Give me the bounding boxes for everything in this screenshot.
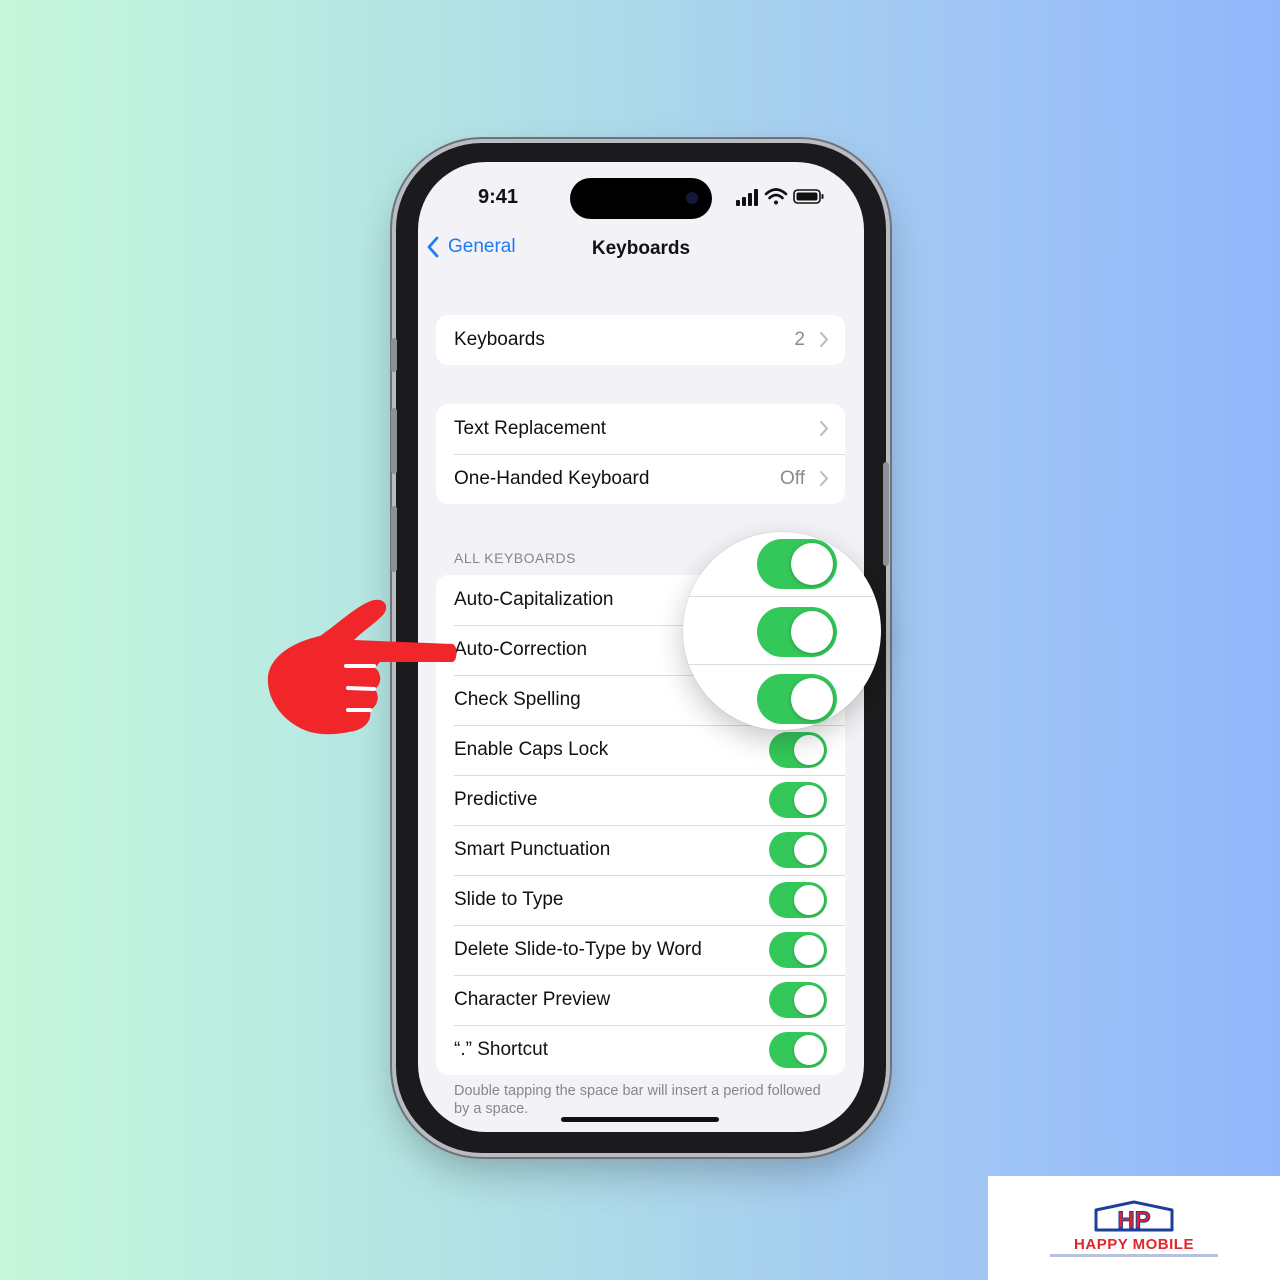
chevron-right-icon: [820, 471, 828, 486]
page-title: Keyboards: [591, 238, 691, 259]
text-replacement-row[interactable]: Text Replacement: [436, 404, 845, 454]
volume-down-button: [391, 506, 397, 572]
all-keyboards-header: ALL KEYBOARDS: [454, 550, 576, 566]
enable-caps-lock-toggle[interactable]: [769, 732, 827, 768]
dynamic-island: [570, 178, 712, 219]
action-button: [391, 338, 397, 372]
setting-label: Character Preview: [454, 989, 611, 1010]
brand-name: HAPPY MOBILE: [1074, 1236, 1194, 1253]
pointing-hand-icon: [267, 599, 457, 735]
setting-row-smart-punctuation: Smart Punctuation: [436, 825, 845, 875]
toggle-knob: [794, 985, 824, 1015]
status-icons: [736, 188, 824, 206]
toggle-knob: [794, 785, 824, 815]
keyboards-label: Keyboards: [454, 329, 545, 350]
wifi-icon: [764, 188, 788, 205]
magnifier-callout: [683, 532, 881, 730]
setting-label: Predictive: [454, 789, 538, 810]
home-indicator: [561, 1117, 719, 1122]
cellular-signal-icon: [736, 189, 758, 206]
setting-label: Check Spelling: [454, 689, 581, 710]
chevron-right-icon: [820, 332, 828, 347]
toggle-knob: [794, 935, 824, 965]
happy-mobile-logo-icon: HP: [1094, 1200, 1174, 1234]
slide-to-type-toggle[interactable]: [769, 882, 827, 918]
predictive-toggle[interactable]: [769, 782, 827, 818]
setting-label: Delete Slide-to-Type by Word: [454, 939, 702, 960]
volume-up-button: [391, 408, 397, 474]
brand-logo: HP HAPPY MOBILE: [988, 1176, 1280, 1280]
toggle-knob: [791, 678, 833, 720]
setting-label: Smart Punctuation: [454, 839, 611, 860]
setting-label: Auto-Capitalization: [454, 589, 614, 610]
setting-row-predictive: Predictive: [436, 775, 845, 825]
divider: [683, 664, 881, 665]
period-shortcut-toggle[interactable]: [769, 1032, 827, 1068]
toggle-knob: [791, 543, 833, 585]
magnified-auto-correction-toggle: [757, 607, 837, 657]
setting-label: Slide to Type: [454, 889, 564, 910]
magnified-auto-capitalization-toggle: [757, 539, 837, 589]
power-button: [883, 462, 889, 566]
svg-text:HP: HP: [1117, 1207, 1150, 1234]
setting-row-character-preview: Character Preview: [436, 975, 845, 1025]
keyboard-options-group: Text Replacement One-Handed Keyboard Off: [436, 404, 845, 504]
toggle-knob: [794, 835, 824, 865]
front-camera: [686, 192, 698, 204]
text-replacement-label: Text Replacement: [454, 418, 607, 439]
keyboards-group: Keyboards 2: [436, 315, 845, 365]
setting-row-delete-slide-to-type-by-word: Delete Slide-to-Type by Word: [436, 925, 845, 975]
chevron-right-icon: [820, 421, 828, 436]
period-shortcut-footnote: Double tapping the space bar will insert…: [454, 1083, 821, 1117]
brand-tagline: [1050, 1254, 1218, 1257]
magnified-check-spelling-toggle: [757, 674, 837, 724]
battery-icon: [793, 189, 824, 204]
one-handed-keyboard-value: Off: [780, 468, 805, 489]
toggle-knob: [791, 611, 833, 653]
delete-slide-to-type-toggle[interactable]: [769, 932, 827, 968]
keyboards-row[interactable]: Keyboards 2: [436, 315, 845, 365]
keyboards-count: 2: [794, 329, 805, 350]
toggle-knob: [794, 885, 824, 915]
status-time: 9:41: [478, 186, 519, 208]
toggle-knob: [794, 735, 824, 765]
divider: [683, 596, 881, 597]
toggle-knob: [794, 1035, 824, 1065]
setting-row-period-shortcut: “.” Shortcut: [436, 1025, 845, 1075]
setting-label: “.” Shortcut: [454, 1039, 548, 1060]
smart-punctuation-toggle[interactable]: [769, 832, 827, 868]
setting-row-slide-to-type: Slide to Type: [436, 875, 845, 925]
setting-label: Enable Caps Lock: [454, 739, 609, 760]
one-handed-keyboard-label: One-Handed Keyboard: [454, 468, 650, 489]
one-handed-keyboard-row[interactable]: One-Handed Keyboard Off: [436, 454, 845, 504]
setting-row-enable-caps-lock: Enable Caps Lock: [436, 725, 845, 775]
setting-label: Auto-Correction: [454, 639, 588, 660]
character-preview-toggle[interactable]: [769, 982, 827, 1018]
